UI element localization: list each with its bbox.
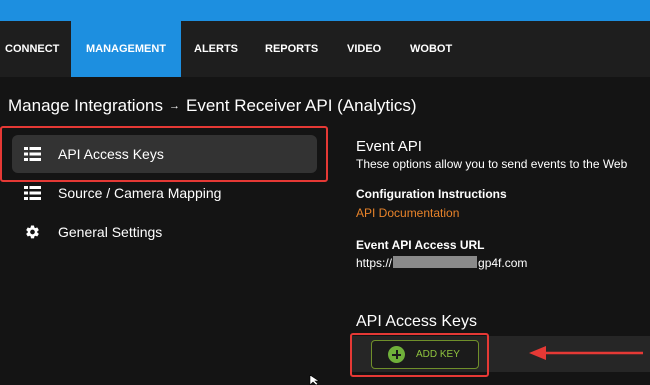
api-access-keys-heading: API Access Keys (356, 313, 477, 330)
nav-video[interactable]: VIDEO (347, 21, 381, 77)
nav-wobot[interactable]: WOBOT (410, 21, 452, 77)
gear-icon (26, 225, 39, 239)
nav-alerts[interactable]: ALERTS (194, 21, 238, 77)
event-api-description: These options allow you to send events t… (356, 157, 628, 171)
add-circle-icon (388, 346, 405, 363)
sidebar-item-label: API Access Keys (58, 146, 164, 162)
nav-management[interactable]: MANAGEMENT (71, 21, 181, 77)
sidebar-item-label: General Settings (58, 224, 163, 240)
top-accent-bar (0, 0, 650, 21)
access-url-value: https:// gp4f.com (356, 256, 527, 270)
annotation-arrow-icon (529, 346, 643, 360)
sidebar-item-general-settings[interactable]: General Settings (12, 213, 317, 251)
breadcrumb-arrow-icon: → (169, 100, 180, 112)
sidebar-item-label: Source / Camera Mapping (58, 185, 222, 201)
add-key-label: ADD KEY (416, 349, 460, 360)
nav-connect[interactable]: CONNECT (0, 21, 70, 77)
nav-reports[interactable]: REPORTS (265, 21, 318, 77)
config-instructions-label: Configuration Instructions (356, 187, 507, 201)
redacted-mask (393, 256, 478, 268)
api-documentation-link[interactable]: API Documentation (356, 206, 459, 220)
add-key-button[interactable]: ADD KEY (371, 340, 479, 369)
sidebar-item-api-access-keys[interactable]: API Access Keys (12, 135, 317, 173)
access-url-label: Event API Access URL (356, 238, 485, 252)
top-nav: CONNECT MANAGEMENT ALERTS REPORTS VIDEO … (0, 21, 650, 77)
breadcrumb-current: Event Receiver API (Analytics) (186, 96, 417, 115)
breadcrumb-root[interactable]: Manage Integrations (8, 96, 163, 115)
list-icon (24, 146, 41, 162)
mouse-cursor-icon (309, 375, 320, 385)
breadcrumb: Manage Integrations → Event Receiver API (… (8, 96, 417, 120)
sidebar-item-source-camera-mapping[interactable]: Source / Camera Mapping (12, 174, 317, 212)
url-prefix: https:// (356, 256, 393, 270)
list-icon (24, 185, 41, 201)
event-api-title: Event API (356, 138, 422, 155)
url-suffix: gp4f.com (478, 256, 528, 270)
